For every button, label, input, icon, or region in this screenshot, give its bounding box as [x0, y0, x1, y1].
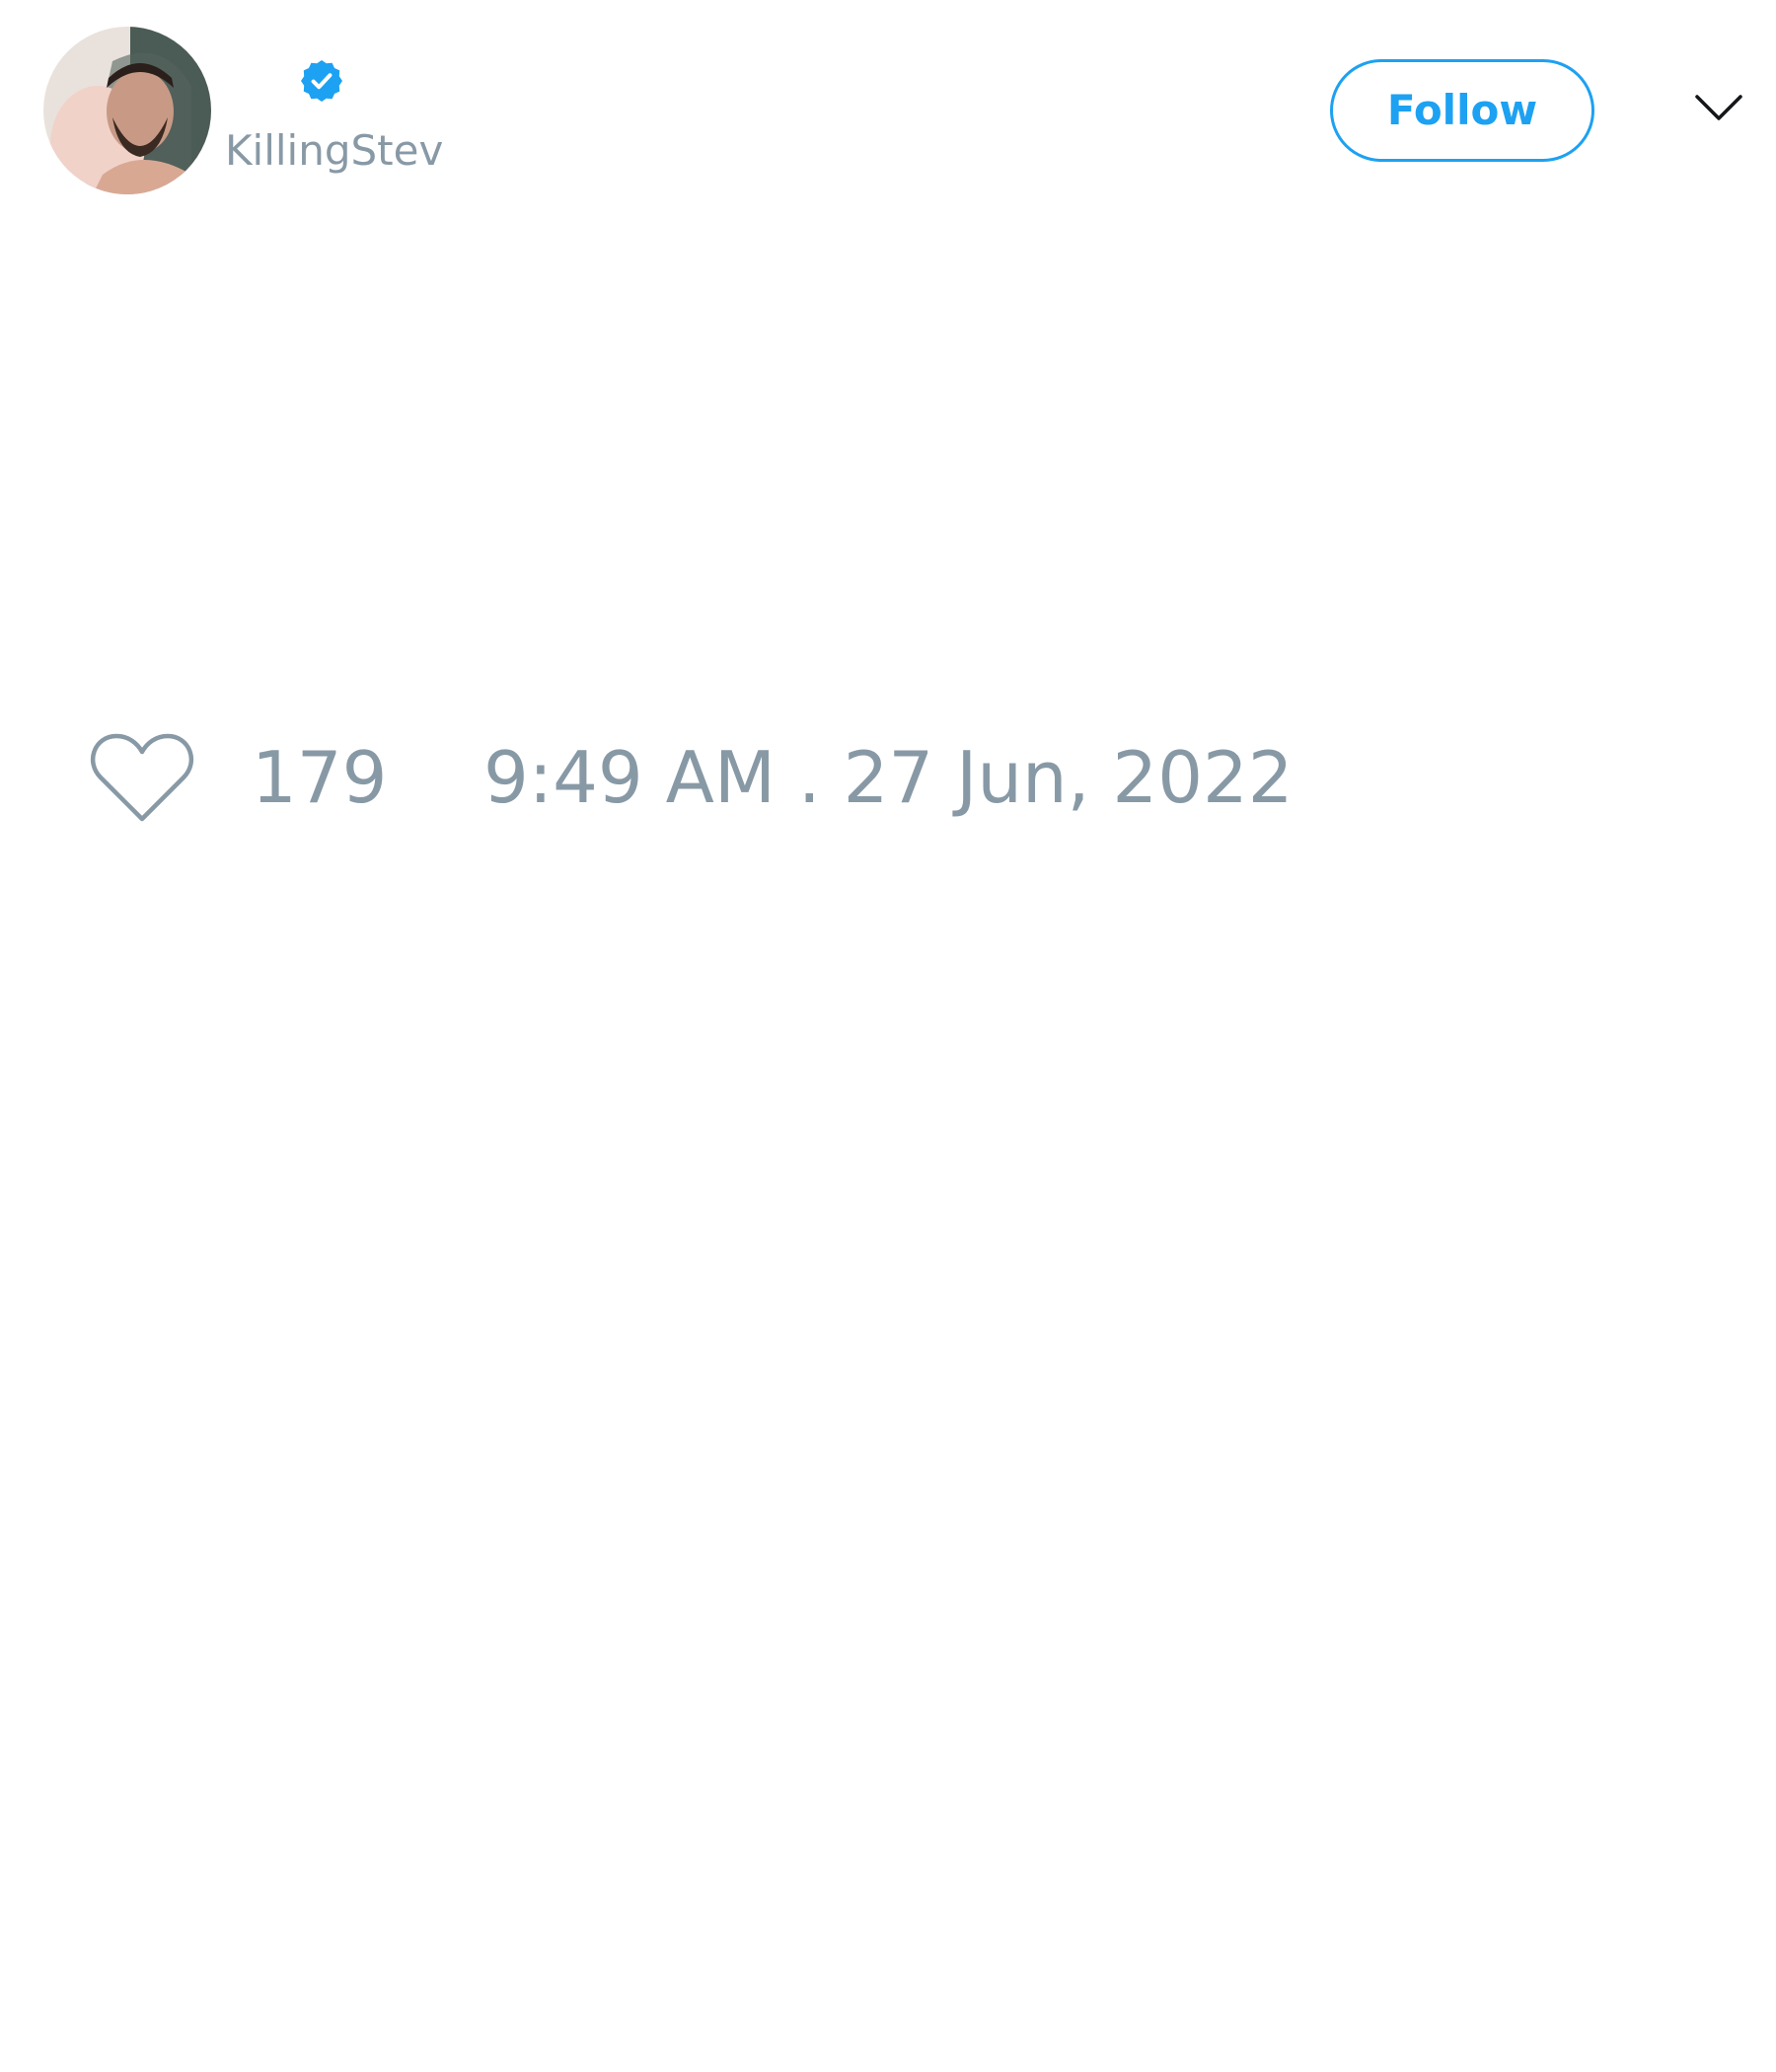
follow-button[interactable]: Follow — [1330, 59, 1594, 162]
chevron-down-icon[interactable] — [1694, 91, 1743, 126]
author-handle[interactable]: KillingStev — [225, 126, 443, 176]
tweet-timestamp[interactable]: 9:49 AM . 27 Jun, 2022 — [483, 738, 1294, 817]
verified-badge-icon — [301, 60, 342, 102]
heart-outline-icon[interactable] — [89, 730, 195, 825]
author-avatar[interactable] — [43, 27, 211, 194]
profile-photo — [43, 27, 211, 194]
like-count[interactable]: 179 — [252, 738, 387, 817]
